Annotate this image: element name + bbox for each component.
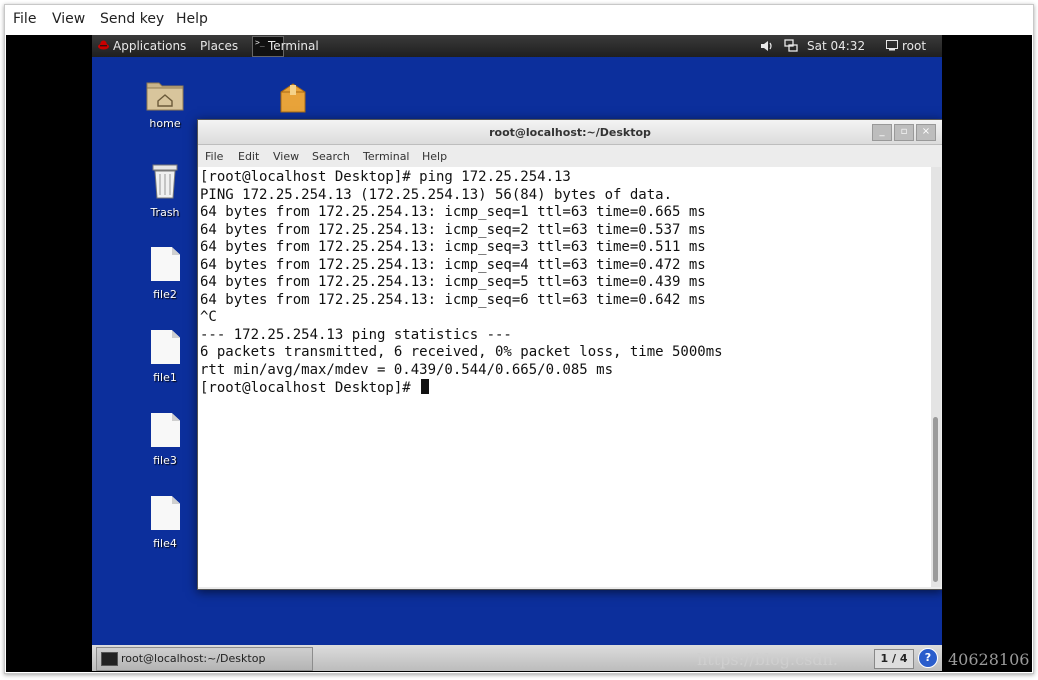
terminal-line: PING 172.25.254.13 (172.25.254.13) 56(84…	[200, 186, 673, 203]
desktop-icon-file4[interactable]: file4	[130, 496, 200, 554]
viewer-menu-help[interactable]: Help	[176, 11, 208, 27]
desktop-label-file3: file3	[153, 454, 177, 467]
terminal-line: 64 bytes from 172.25.254.13: icmp_seq=5 …	[200, 274, 706, 290]
maximize-button[interactable]: ▫	[894, 124, 914, 141]
terminal-title: root@localhost:~/Desktop	[489, 126, 651, 139]
terminal-window[interactable]: root@localhost:~/Desktop _ ▫ × File Edit…	[197, 119, 942, 590]
viewer-menu-file[interactable]: File	[13, 11, 36, 27]
home-folder-icon	[146, 82, 184, 111]
desktop-label-home: home	[149, 117, 181, 130]
desktop-icon-trash[interactable]: Trash	[130, 162, 200, 222]
terminal-line: 64 bytes from 172.25.254.13: icmp_seq=2 …	[200, 221, 706, 238]
volume-icon[interactable]	[760, 40, 774, 52]
terminal-line: 64 bytes from 172.25.254.13: icmp_seq=3 …	[200, 239, 706, 255]
watermark-id: 40628106	[948, 650, 1030, 669]
terminal-prompt-line: [root@localhost Desktop]#	[200, 379, 430, 398]
desktop-icon-file2[interactable]: file2	[130, 247, 200, 305]
terminal-menu-edit[interactable]: Edit	[238, 150, 259, 163]
terminal-icon	[101, 652, 118, 666]
text-cursor	[421, 379, 430, 394]
viewer-menu-send-key[interactable]: Send key	[100, 11, 164, 27]
file-icon	[151, 496, 180, 530]
clock[interactable]: Sat 04:32	[807, 39, 865, 53]
terminal-line: 64 bytes from 172.25.254.13: icmp_seq=6 …	[200, 291, 706, 308]
watermark-url: https://blog.csdn.	[697, 650, 838, 669]
workspace-pager[interactable]: 1 / 4	[874, 649, 914, 669]
vm-screen[interactable]: Applications Places Terminal Sat 04:32	[6, 35, 1032, 672]
applications-menu[interactable]: Applications	[113, 39, 186, 53]
desktop-label-trash: Trash	[150, 206, 180, 219]
terminal-line: [root@localhost Desktop]# ping 172.25.25…	[200, 169, 571, 185]
viewer-menubar: File View Send key Help	[5, 5, 1033, 35]
vm-viewer-window: File View Send key Help Applications Pla…	[4, 4, 1034, 674]
close-button[interactable]: ×	[916, 124, 936, 141]
desktop-label-file1: file1	[153, 371, 177, 384]
desktop-icon-home[interactable]: home	[130, 79, 200, 139]
file-icon	[151, 247, 180, 281]
terminal-scrollbar-thumb[interactable]	[933, 417, 938, 582]
terminal-titlebar[interactable]: root@localhost:~/Desktop _ ▫ ×	[198, 120, 942, 145]
package-icon[interactable]	[278, 82, 308, 116]
guest-desktop[interactable]: Applications Places Terminal Sat 04:32	[92, 35, 942, 671]
redhat-icon	[98, 40, 109, 50]
file-icon	[151, 330, 180, 364]
terminal-menu-file[interactable]: File	[205, 150, 223, 163]
terminal-output[interactable]: [root@localhost Desktop]# ping 172.25.25…	[198, 167, 931, 587]
terminal-menu-view[interactable]: View	[273, 150, 299, 163]
terminal-scrollbar[interactable]	[931, 167, 941, 587]
top-panel: Applications Places Terminal Sat 04:32	[92, 35, 942, 57]
desktop-icon-file3[interactable]: file3	[130, 413, 200, 471]
taskbar-terminal-button[interactable]: root@localhost:~/Desktop	[96, 647, 313, 671]
terminal-line: 6 packets transmitted, 6 received, 0% pa…	[200, 344, 723, 360]
help-icon[interactable]: ?	[918, 648, 938, 668]
places-menu[interactable]: Places	[200, 39, 238, 53]
user-menu[interactable]: root	[902, 39, 926, 53]
terminal-line: rtt min/avg/max/mdev = 0.439/0.544/0.665…	[200, 361, 614, 378]
terminal-menubar: File Edit View Search Terminal Help	[198, 145, 942, 167]
terminal-line: 64 bytes from 172.25.254.13: icmp_seq=4 …	[200, 256, 706, 273]
network-icon[interactable]	[784, 39, 798, 53]
terminal-line: --- 172.25.254.13 ping statistics ---	[200, 326, 512, 343]
terminal-prompt: [root@localhost Desktop]#	[200, 380, 420, 396]
minimize-button[interactable]: _	[872, 124, 892, 141]
desktop-label-file2: file2	[153, 288, 177, 301]
terminal-menu-help[interactable]: Help	[422, 150, 447, 163]
desktop-icon-file1[interactable]: file1	[130, 330, 200, 388]
terminal-line: 64 bytes from 172.25.254.13: icmp_seq=1 …	[200, 204, 706, 220]
viewer-menu-view[interactable]: View	[52, 11, 85, 27]
taskbar-terminal-label: root@localhost:~/Desktop	[121, 652, 266, 665]
trash-icon	[152, 164, 178, 199]
terminal-launcher[interactable]: Terminal	[268, 39, 319, 53]
user-icon	[886, 40, 898, 51]
file-icon	[151, 413, 180, 447]
terminal-menu-terminal[interactable]: Terminal	[363, 150, 410, 163]
terminal-menu-search[interactable]: Search	[312, 150, 350, 163]
terminal-line: ^C	[200, 309, 217, 325]
desktop-label-file4: file4	[153, 537, 177, 550]
